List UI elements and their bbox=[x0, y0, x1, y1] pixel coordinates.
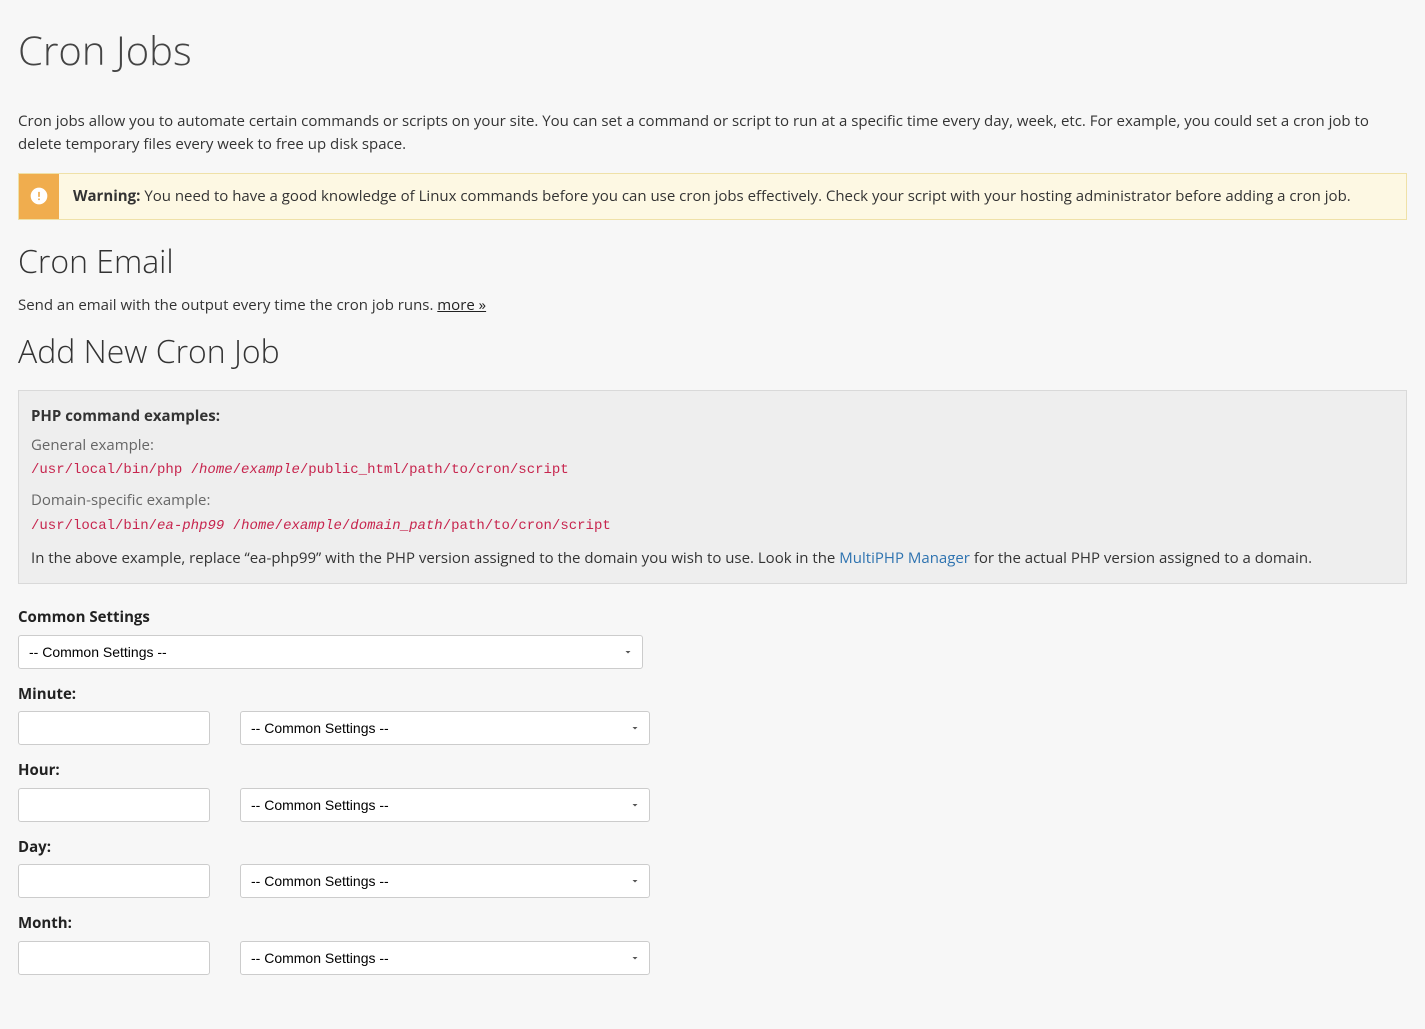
minute-input[interactable] bbox=[18, 711, 210, 745]
hour-select[interactable]: -- Common Settings -- bbox=[240, 788, 650, 822]
warning-label: Warning: bbox=[73, 186, 140, 206]
month-label: Month: bbox=[18, 912, 1407, 935]
page-title: Cron Jobs bbox=[18, 20, 1407, 80]
minute-label: Minute: bbox=[18, 683, 1407, 706]
cron-email-heading: Cron Email bbox=[18, 238, 1407, 286]
examples-explain-before: In the above example, replace “ea-php99”… bbox=[31, 548, 839, 568]
month-input[interactable] bbox=[18, 941, 210, 975]
month-select[interactable]: -- Common Settings -- bbox=[240, 941, 650, 975]
examples-explain-after: for the actual PHP version assigned to a… bbox=[970, 548, 1312, 568]
php-examples-box: PHP command examples: General example: /… bbox=[18, 390, 1407, 584]
day-input[interactable] bbox=[18, 864, 210, 898]
more-link[interactable]: more » bbox=[437, 295, 486, 315]
warning-icon bbox=[19, 174, 59, 219]
add-new-heading: Add New Cron Job bbox=[18, 328, 1407, 376]
multiphp-manager-link[interactable]: MultiPHP Manager bbox=[839, 548, 970, 568]
warning-alert: Warning: You need to have a good knowled… bbox=[18, 173, 1407, 220]
domain-example-label: Domain-specific example: bbox=[31, 489, 1394, 512]
common-settings-select[interactable]: -- Common Settings -- bbox=[18, 635, 643, 669]
general-example-label: General example: bbox=[31, 434, 1394, 457]
warning-text: You need to have a good knowledge of Lin… bbox=[140, 186, 1350, 206]
common-settings-label: Common Settings bbox=[18, 606, 1407, 629]
general-example-code: /usr/local/bin/php /home/example/public_… bbox=[31, 458, 1394, 483]
intro-text: Cron jobs allow you to automate certain … bbox=[18, 110, 1407, 155]
day-select[interactable]: -- Common Settings -- bbox=[240, 864, 650, 898]
domain-example-code: /usr/local/bin/ea-php99 /home/example/do… bbox=[31, 514, 1394, 539]
hour-input[interactable] bbox=[18, 788, 210, 822]
minute-select[interactable]: -- Common Settings -- bbox=[240, 711, 650, 745]
hour-label: Hour: bbox=[18, 759, 1407, 782]
cron-email-text: Send an email with the output every time… bbox=[18, 295, 437, 315]
day-label: Day: bbox=[18, 836, 1407, 859]
examples-title: PHP command examples: bbox=[31, 405, 1394, 428]
